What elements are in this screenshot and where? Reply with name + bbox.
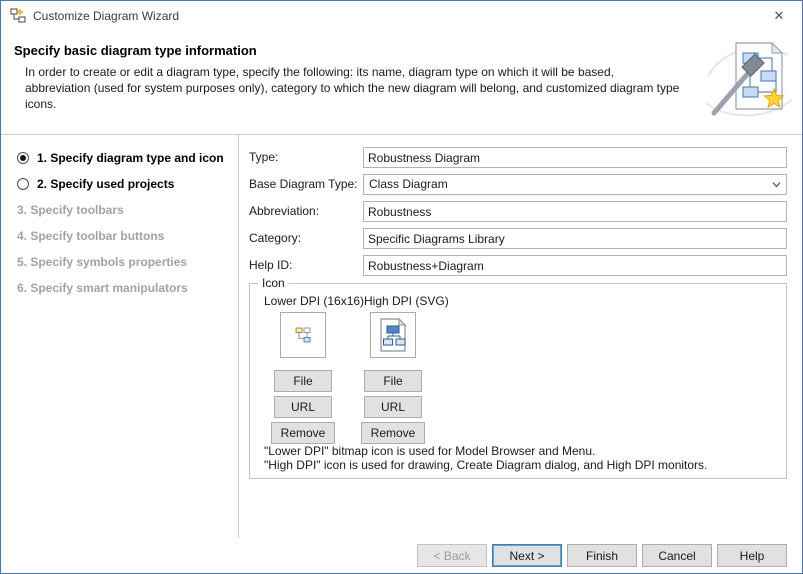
lower-dpi-column-label: Lower DPI (16x16) xyxy=(264,294,364,308)
close-icon[interactable]: ✕ xyxy=(762,1,796,31)
lower-dpi-remove-button[interactable]: Remove xyxy=(271,422,335,444)
customize-diagram-wizard-dialog: Customize Diagram Wizard ✕ Specify basic… xyxy=(0,0,803,574)
diagram-wizard-illustration-icon xyxy=(702,37,794,125)
form-row-category: Category: xyxy=(249,228,787,250)
lower-dpi-file-button[interactable]: File xyxy=(274,370,332,392)
step-label: 5. Specify symbols properties xyxy=(17,255,187,269)
wizard-footer: < Back Next > Finish Cancel Help xyxy=(1,538,802,573)
step-label: 3. Specify toolbars xyxy=(17,203,124,217)
category-input[interactable] xyxy=(363,228,787,249)
base-diagram-type-label: Base Diagram Type: xyxy=(249,174,358,195)
step-item-used-projects[interactable]: 2. Specify used projects xyxy=(1,171,238,197)
icon-group-box: Icon Lower DPI (16x16) High DPI (SVG) xyxy=(249,283,787,479)
step-item-smart-manipulators: 6. Specify smart manipulators xyxy=(1,275,238,301)
lower-dpi-note: "Lower DPI" bitmap icon is used for Mode… xyxy=(264,444,707,458)
window-title: Customize Diagram Wizard xyxy=(33,1,179,31)
high-dpi-remove-button[interactable]: Remove xyxy=(361,422,425,444)
help-button[interactable]: Help xyxy=(717,544,787,567)
high-dpi-icon-preview xyxy=(370,312,416,358)
abbreviation-input[interactable] xyxy=(363,201,787,222)
wizard-header: Specify basic diagram type information I… xyxy=(1,31,802,134)
form-row-help-id: Help ID: xyxy=(249,255,787,277)
high-dpi-column-label: High DPI (SVG) xyxy=(364,294,449,308)
radio-unselected-icon xyxy=(17,178,29,190)
wizard-app-icon xyxy=(10,8,26,24)
high-dpi-file-button[interactable]: File xyxy=(364,370,422,392)
step-item-toolbars: 3. Specify toolbars xyxy=(1,197,238,223)
step-label: 4. Specify toolbar buttons xyxy=(17,229,164,243)
page-title: Specify basic diagram type information xyxy=(14,43,257,58)
step-item-diagram-type-and-icon[interactable]: 1. Specify diagram type and icon xyxy=(1,145,238,171)
form-row-type: Type: xyxy=(249,147,787,169)
high-dpi-svg-icon xyxy=(375,317,411,353)
step-item-symbols-properties: 5. Specify symbols properties xyxy=(1,249,238,275)
page-description: In order to create or edit a diagram typ… xyxy=(25,64,680,112)
finish-button[interactable]: Finish xyxy=(567,544,637,567)
wizard-steps-sidebar: 1. Specify diagram type and icon 2. Spec… xyxy=(1,135,238,539)
wizard-main-panel: Type: Base Diagram Type: Class Diagram A… xyxy=(239,135,803,539)
help-id-input[interactable] xyxy=(363,255,787,276)
step-label: 6. Specify smart manipulators xyxy=(17,281,188,295)
step-label: 1. Specify diagram type and icon xyxy=(37,151,224,165)
type-label: Type: xyxy=(249,147,278,168)
abbreviation-label: Abbreviation: xyxy=(249,201,319,222)
form-row-base-diagram-type: Base Diagram Type: Class Diagram xyxy=(249,174,787,196)
back-button: < Back xyxy=(417,544,487,567)
icon-group-title: Icon xyxy=(258,276,289,290)
base-diagram-type-value: Class Diagram xyxy=(369,175,448,194)
form-row-abbreviation: Abbreviation: xyxy=(249,201,787,223)
help-id-label: Help ID: xyxy=(249,255,292,276)
lower-dpi-bitmap-icon xyxy=(295,327,311,343)
chevron-down-icon xyxy=(771,179,782,190)
radio-selected-icon xyxy=(17,152,29,164)
high-dpi-note: "High DPI" icon is used for drawing, Cre… xyxy=(264,458,707,472)
icon-usage-notes: "Lower DPI" bitmap icon is used for Mode… xyxy=(264,444,707,472)
cancel-button[interactable]: Cancel xyxy=(642,544,712,567)
category-label: Category: xyxy=(249,228,301,249)
step-item-toolbar-buttons: 4. Specify toolbar buttons xyxy=(1,223,238,249)
lower-dpi-url-button[interactable]: URL xyxy=(274,396,332,418)
high-dpi-url-button[interactable]: URL xyxy=(364,396,422,418)
title-bar: Customize Diagram Wizard ✕ xyxy=(1,1,802,31)
step-label: 2. Specify used projects xyxy=(37,177,174,191)
type-input[interactable] xyxy=(363,147,787,168)
lower-dpi-icon-preview xyxy=(280,312,326,358)
base-diagram-type-select[interactable]: Class Diagram xyxy=(363,174,787,195)
next-button[interactable]: Next > xyxy=(492,544,562,567)
